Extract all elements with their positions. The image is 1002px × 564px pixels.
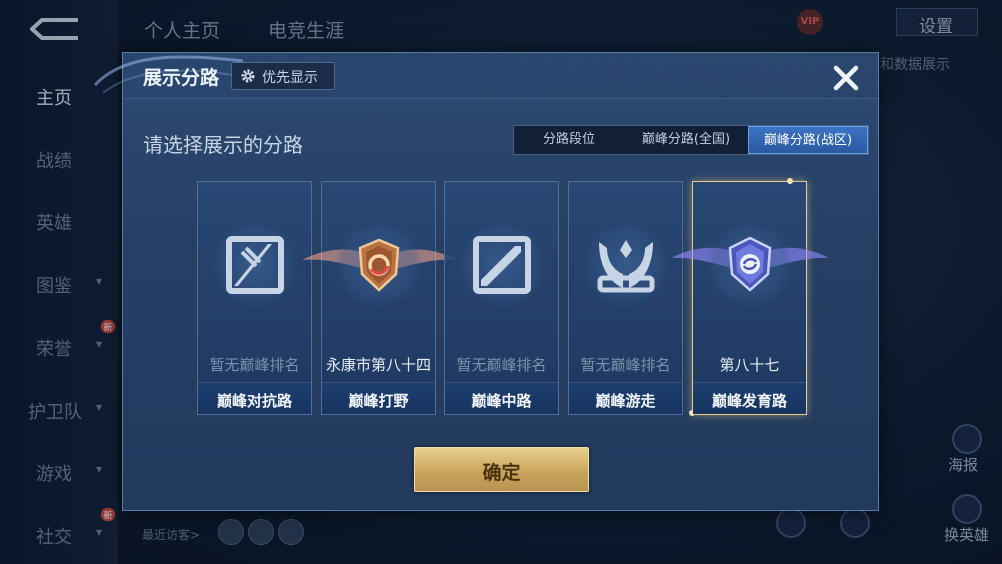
top-lane-icon (226, 236, 284, 294)
corner-sparkle-icon (787, 178, 793, 184)
gear-icon (241, 69, 255, 83)
lane-name: 巅峰游走 (595, 392, 656, 410)
dialog-title: 展示分路 (143, 67, 220, 89)
mid-lane-icon (473, 236, 531, 294)
tab-lane-rank[interactable]: 分路段位 (514, 126, 624, 154)
lane-type-segmented-control: 分路段位 巅峰分路(全国) 巅峰分路(战区) (513, 125, 869, 155)
priority-display-label: 优先显示 (262, 70, 318, 86)
roam-wings-icon (597, 240, 655, 293)
lane-name: 巅峰发育路 (711, 392, 787, 410)
lane-card-jungle[interactable]: 永康市第八十四 巅峰打野 (302, 181, 458, 415)
close-icon[interactable] (829, 61, 863, 95)
jungle-crest-icon (358, 238, 400, 292)
lane-card-roam[interactable]: 暂无巅峰排名 巅峰游走 (568, 181, 683, 415)
priority-display-button[interactable]: 优先显示 (231, 62, 335, 90)
confirm-button[interactable]: 确定 (414, 447, 589, 492)
lane-name: 巅峰打野 (348, 392, 409, 410)
lane-rank-text: 暂无巅峰排名 (580, 356, 671, 374)
lane-card-adc[interactable]: 第八十七 巅峰发育路 (671, 178, 829, 416)
adc-crest-icon (728, 236, 772, 292)
lane-card-top[interactable]: 暂无巅峰排名 巅峰对抗路 (197, 181, 312, 415)
tab-peak-lane-national[interactable]: 巅峰分路(全国) (624, 126, 748, 154)
lane-card-mid[interactable]: 暂无巅峰排名 巅峰中路 (444, 181, 559, 415)
lane-rank-text: 永康市第八十四 (325, 356, 431, 374)
lane-name: 巅峰中路 (471, 392, 532, 410)
lane-rank-text: 暂无巅峰排名 (209, 356, 300, 374)
lane-rank-text: 暂无巅峰排名 (456, 356, 547, 374)
lane-rank-text: 第八十七 (719, 356, 780, 374)
dialog-header: 展示分路 优先显示 (93, 53, 878, 99)
confirm-label: 确定 (482, 462, 521, 484)
dialog-subtitle: 请选择展示的分路 (143, 133, 303, 157)
tab-peak-lane-region[interactable]: 巅峰分路(战区) (748, 126, 868, 154)
lane-name: 巅峰对抗路 (216, 392, 292, 410)
lane-display-dialog: 展示分路 优先显示 请选择展示的分路 分路段位 巅峰分路(全国) 巅峰分路(战区… (93, 52, 879, 511)
